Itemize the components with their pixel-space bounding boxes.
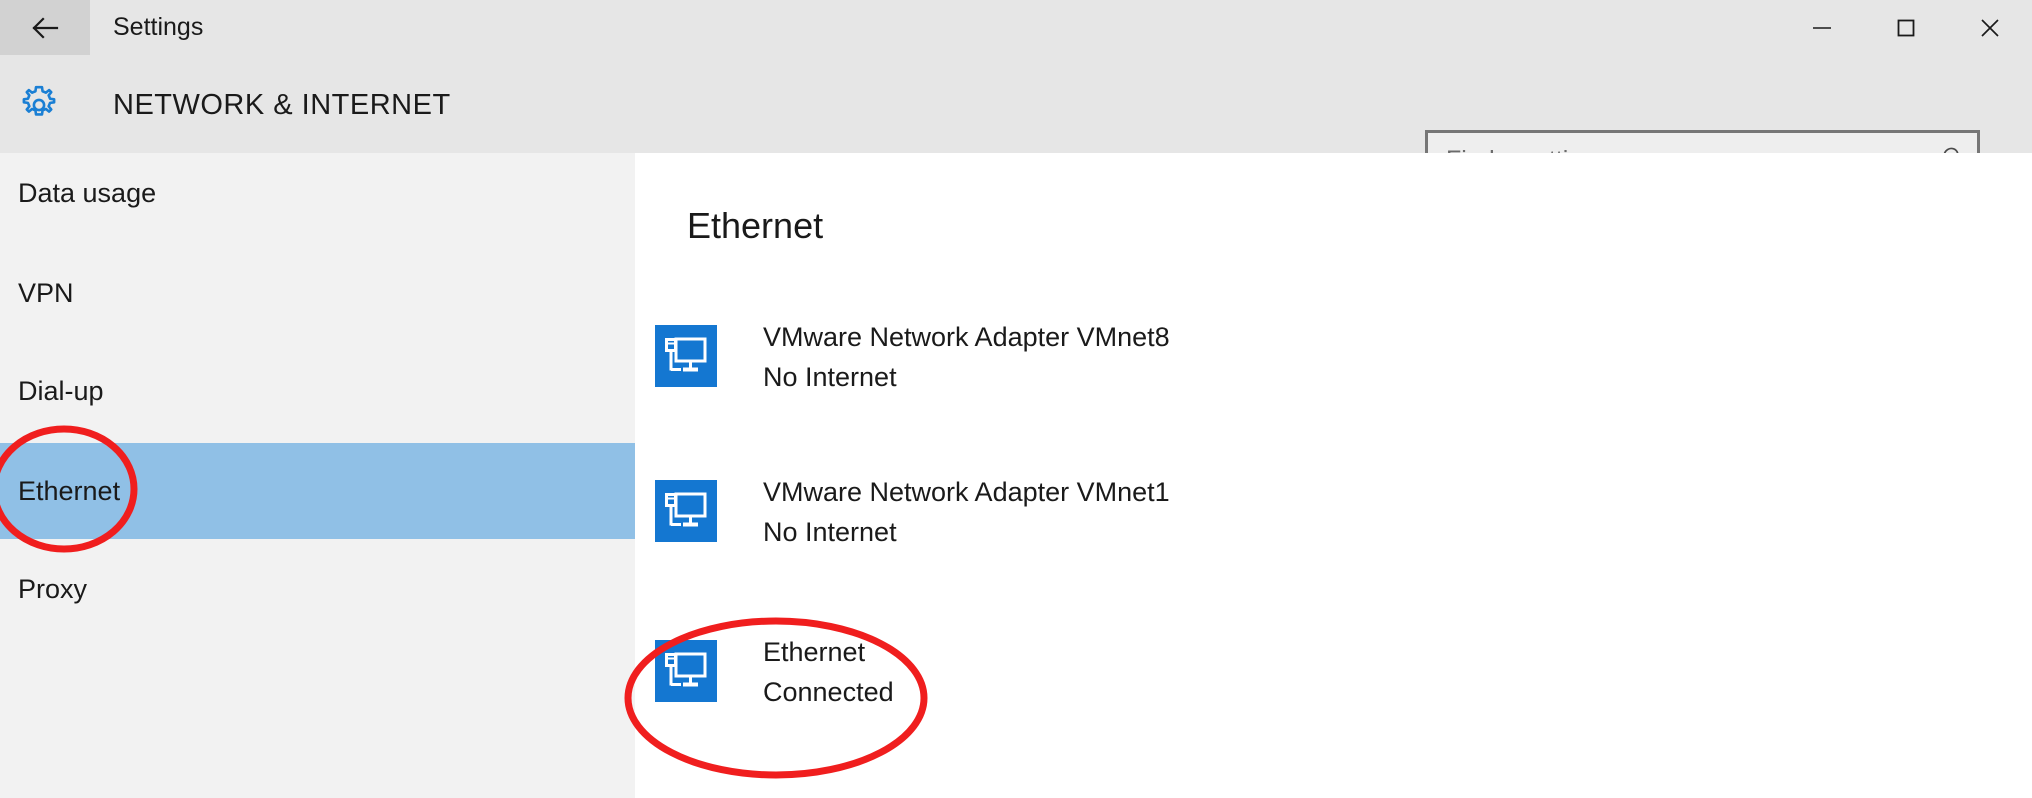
- sidebar-item-dial-up[interactable]: Dial-up: [0, 343, 635, 439]
- adapter-text: VMware Network Adapter VMnet1 No Interne…: [763, 472, 1170, 552]
- page-header: NETWORK & INTERNET: [0, 55, 2032, 190]
- sidebar-item-label: Dial-up: [18, 376, 104, 406]
- sidebar-item-label: Ethernet: [18, 476, 121, 506]
- close-button[interactable]: [1948, 0, 2032, 55]
- sidebar-item-vpn[interactable]: VPN: [0, 245, 635, 341]
- ethernet-adapter-icon: [655, 640, 717, 702]
- adapter-row[interactable]: Ethernet Connected: [655, 637, 894, 712]
- minimize-button[interactable]: [1780, 0, 1864, 55]
- sidebar: Data usage VPN Dial-up Ethernet Proxy: [0, 153, 635, 798]
- sidebar-item-data-usage[interactable]: Data usage: [0, 153, 635, 241]
- adapter-row[interactable]: VMware Network Adapter VMnet1 No Interne…: [655, 477, 1170, 552]
- gear-icon: [22, 85, 56, 116]
- sidebar-item-proxy[interactable]: Proxy: [0, 541, 635, 637]
- content-heading: Ethernet: [687, 205, 824, 246]
- adapter-name: VMware Network Adapter VMnet8: [763, 322, 1170, 352]
- main-content: Ethernet VMware Network Adapter VMnet8 N…: [635, 153, 2032, 798]
- ethernet-adapter-icon: [655, 480, 717, 542]
- adapter-name: VMware Network Adapter VMnet1: [763, 477, 1170, 507]
- adapter-name: Ethernet: [763, 637, 866, 667]
- sidebar-item-label: Data usage: [18, 178, 157, 208]
- page-title: NETWORK & INTERNET: [113, 89, 451, 121]
- adapter-row[interactable]: VMware Network Adapter VMnet8 No Interne…: [655, 322, 1170, 397]
- title-bar: Settings: [0, 0, 2032, 55]
- close-icon: [1981, 18, 1999, 37]
- sidebar-item-label: VPN: [18, 278, 74, 308]
- ethernet-adapter-icon: [655, 325, 717, 387]
- window-controls: [1780, 0, 2032, 55]
- settings-window: Settings NETWORK & INTERNET Find a setti…: [0, 0, 2032, 798]
- sidebar-item-label: Proxy: [18, 574, 88, 604]
- window-title: Settings: [113, 13, 204, 41]
- adapter-status: No Internet: [763, 517, 897, 547]
- sidebar-item-ethernet[interactable]: Ethernet: [0, 443, 635, 539]
- back-arrow-icon: [32, 16, 59, 39]
- adapter-text: Ethernet Connected: [763, 632, 894, 712]
- adapter-text: VMware Network Adapter VMnet8 No Interne…: [763, 317, 1170, 397]
- maximize-button[interactable]: [1864, 0, 1948, 55]
- adapter-status: Connected: [763, 677, 894, 707]
- minimize-icon: [1813, 26, 1831, 29]
- back-button[interactable]: [0, 0, 90, 55]
- maximize-icon: [1897, 19, 1915, 36]
- adapter-status: No Internet: [763, 362, 897, 392]
